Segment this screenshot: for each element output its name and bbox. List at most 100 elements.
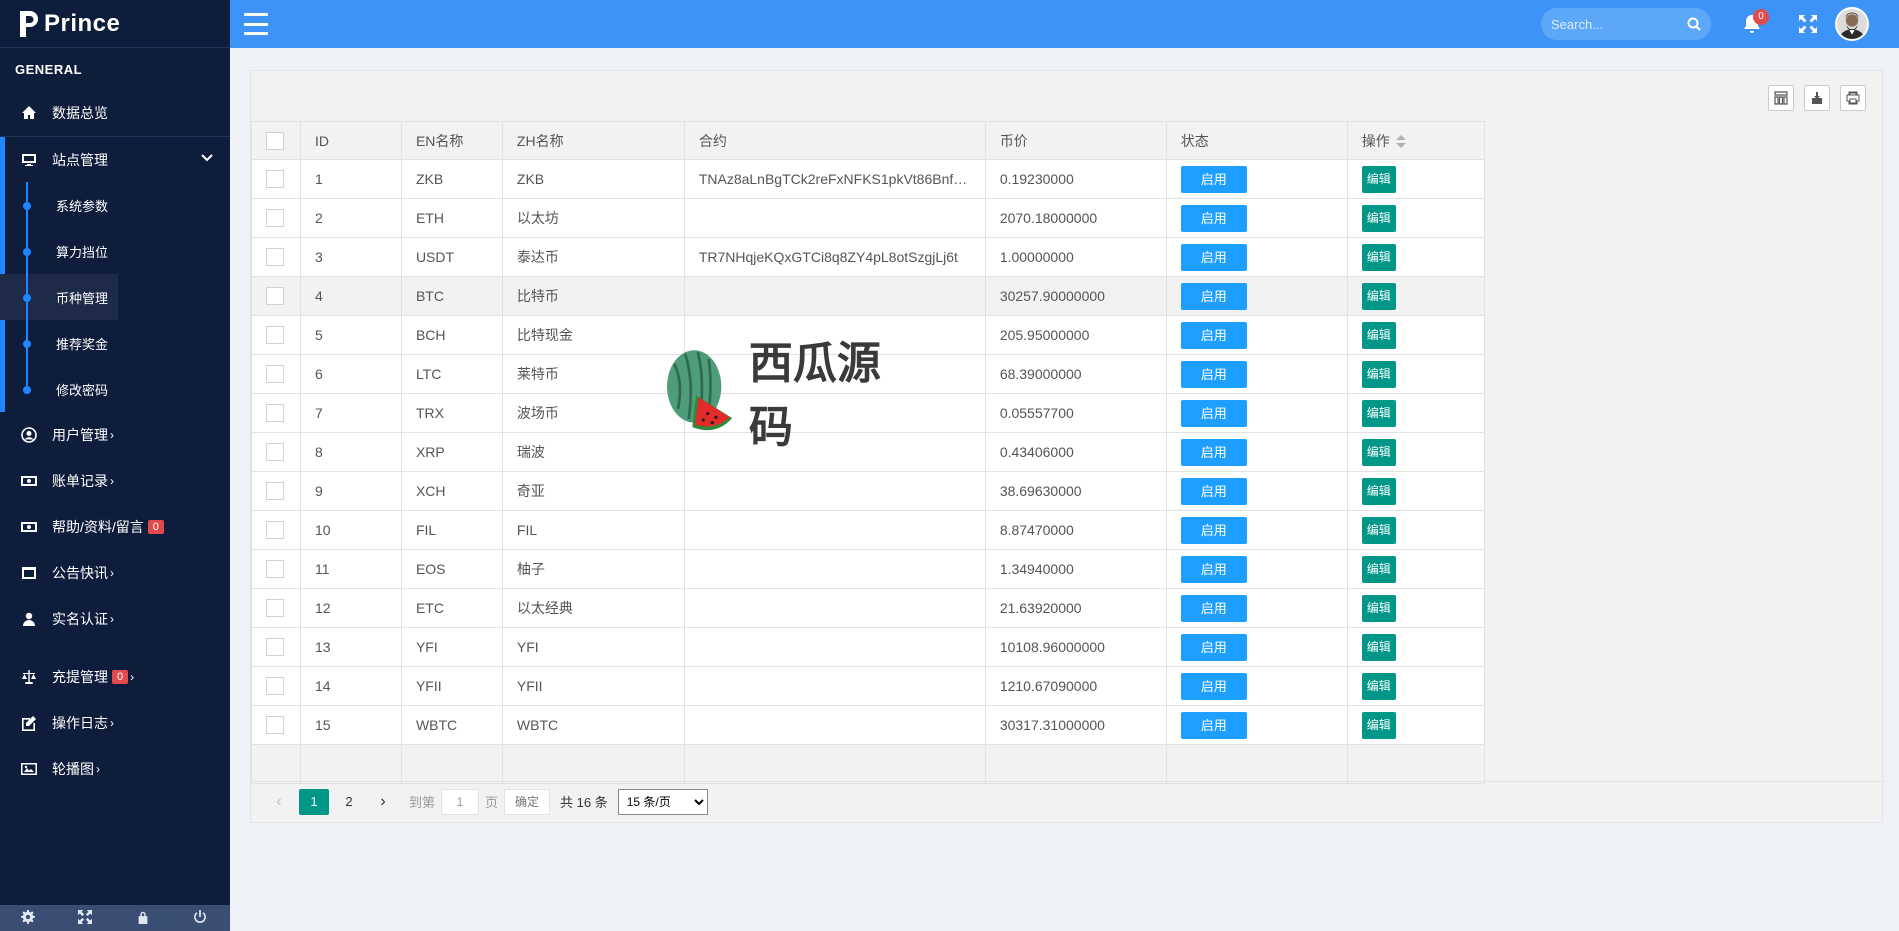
edit-button[interactable]: 编辑 <box>1361 516 1396 544</box>
edit-button[interactable]: 编辑 <box>1361 399 1396 427</box>
lock-icon[interactable] <box>136 910 152 926</box>
row-checkbox[interactable] <box>266 677 284 696</box>
row-checkbox[interactable] <box>266 248 284 267</box>
status-enable-button[interactable]: 启用 <box>1180 399 1247 427</box>
row-checkbox[interactable] <box>266 560 284 579</box>
status-enable-button[interactable]: 启用 <box>1180 516 1247 544</box>
page-button-1[interactable]: 1 <box>299 788 329 815</box>
table-row[interactable]: 3 USDT 泰达币 TR7NHqjeKQxGTCi8q8ZY4pL8otSzgjLj… <box>251 237 1882 277</box>
table-row[interactable]: 11 EOS 柚子 1.34940000 启用 编辑 <box>251 549 1882 589</box>
status-enable-button[interactable]: 启用 <box>1180 360 1247 388</box>
sidebar-item-help[interactable]: 帮助/资料/留言 0 <box>0 504 230 550</box>
status-enable-button[interactable]: 启用 <box>1180 555 1247 583</box>
sidebar-item-deposit-withdraw[interactable]: 充提管理 0 › <box>0 654 230 700</box>
table-row[interactable]: 12 ETC 以太经典 21.63920000 启用 编辑 <box>251 588 1882 628</box>
notification-bell[interactable]: 0 <box>1740 9 1769 36</box>
power-icon[interactable] <box>193 910 209 926</box>
gear-icon[interactable] <box>20 910 37 926</box>
sidebar-subitem-system-params[interactable]: 系统参数 <box>0 182 230 228</box>
search-input[interactable] <box>1551 16 1681 32</box>
fullscreen-icon[interactable] <box>1798 14 1818 34</box>
edit-button[interactable]: 编辑 <box>1361 711 1396 739</box>
sort-icon[interactable] <box>1395 134 1406 150</box>
row-checkbox[interactable] <box>266 521 284 540</box>
status-enable-button[interactable]: 启用 <box>1180 204 1247 232</box>
row-checkbox[interactable] <box>266 599 284 618</box>
sidebar-subitem-coin-management[interactable]: 币种管理 <box>0 274 118 320</box>
status-enable-button[interactable]: 启用 <box>1180 282 1247 310</box>
status-enable-button[interactable]: 启用 <box>1180 243 1247 271</box>
status-enable-button[interactable]: 启用 <box>1180 672 1247 700</box>
edit-button[interactable]: 编辑 <box>1361 594 1396 622</box>
row-checkbox[interactable] <box>266 638 284 657</box>
edit-button[interactable]: 编辑 <box>1361 360 1396 388</box>
row-checkbox[interactable] <box>266 209 284 228</box>
row-checkbox[interactable] <box>266 170 284 189</box>
table-row[interactable]: 7 TRX 波场币 0.05557700 启用 编辑 <box>251 393 1882 433</box>
next-page-button[interactable]: › <box>369 789 397 815</box>
column-header-zh-name[interactable]: ZH名称 <box>501 121 685 160</box>
status-enable-button[interactable]: 启用 <box>1180 633 1247 661</box>
table-row[interactable]: 14 YFII YFII 1210.67090000 启用 编辑 <box>251 666 1882 706</box>
status-enable-button[interactable]: 启用 <box>1180 438 1247 466</box>
table-row[interactable]: 13 YFI YFI 10108.96000000 启用 编辑 <box>251 627 1882 667</box>
goto-page-input[interactable] <box>441 788 480 815</box>
column-header-status[interactable]: 状态 <box>1165 121 1348 160</box>
row-checkbox[interactable] <box>266 365 284 384</box>
brand[interactable]: Prince <box>0 0 230 48</box>
sidebar-item-bills[interactable]: 账单记录 › <box>0 458 230 504</box>
status-enable-button[interactable]: 启用 <box>1180 477 1247 505</box>
sidebar-subitem-change-password[interactable]: 修改密码 <box>0 366 230 412</box>
edit-button[interactable]: 编辑 <box>1361 555 1396 583</box>
row-checkbox[interactable] <box>266 287 284 306</box>
goto-confirm-button[interactable]: 确定 <box>504 788 551 815</box>
edit-button[interactable]: 编辑 <box>1361 321 1396 349</box>
page-button-2[interactable]: 2 <box>335 789 363 815</box>
prev-page-button[interactable]: ‹ <box>265 789 293 815</box>
row-checkbox[interactable] <box>266 404 284 423</box>
status-enable-button[interactable]: 启用 <box>1180 165 1247 193</box>
status-enable-button[interactable]: 启用 <box>1180 711 1247 739</box>
sidebar-subitem-hashrate-levels[interactable]: 算力挡位 <box>0 228 230 274</box>
table-row[interactable]: 2 ETH 以太坊 2070.18000000 启用 编辑 <box>251 198 1882 238</box>
edit-button[interactable]: 编辑 <box>1361 672 1396 700</box>
edit-button[interactable]: 编辑 <box>1361 438 1396 466</box>
sidebar-item-carousel[interactable]: 轮播图 › <box>0 746 230 792</box>
row-checkbox[interactable] <box>266 443 284 462</box>
sidebar-item-site-management[interactable]: 站点管理 <box>0 136 230 182</box>
edit-button[interactable]: 编辑 <box>1361 243 1396 271</box>
table-row[interactable]: 15 WBTC WBTC 30317.31000000 启用 编辑 <box>251 705 1882 745</box>
table-row[interactable]: 9 XCH 奇亚 38.69630000 启用 编辑 <box>251 471 1882 511</box>
sidebar-item-users[interactable]: 用户管理 › <box>0 412 230 458</box>
edit-button[interactable]: 编辑 <box>1361 633 1396 661</box>
sidebar-item-verification[interactable]: 实名认证 › <box>0 596 230 642</box>
column-header-id[interactable]: ID <box>299 121 402 160</box>
menu-toggle-icon[interactable] <box>244 13 268 35</box>
row-checkbox[interactable] <box>266 326 284 345</box>
sidebar-item-announcements[interactable]: 公告快讯 › <box>0 550 230 596</box>
table-row[interactable]: 5 BCH 比特现金 205.95000000 启用 编辑 <box>251 315 1882 355</box>
sidebar-item-logs[interactable]: 操作日志 › <box>0 700 230 746</box>
search-icon[interactable] <box>1687 17 1701 31</box>
column-header-contract[interactable]: 合约 <box>683 121 986 160</box>
table-row[interactable]: 4 BTC 比特币 30257.90000000 启用 编辑 <box>251 276 1882 316</box>
table-row[interactable]: 10 FIL FIL 8.87470000 启用 编辑 <box>251 510 1882 550</box>
edit-button[interactable]: 编辑 <box>1361 477 1396 505</box>
avatar[interactable] <box>1835 7 1869 41</box>
sidebar-item-dashboard[interactable]: 数据总览 <box>0 90 230 136</box>
export-button[interactable] <box>1804 85 1830 111</box>
edit-button[interactable]: 编辑 <box>1361 165 1396 193</box>
edit-button[interactable]: 编辑 <box>1361 282 1396 310</box>
columns-filter-button[interactable] <box>1768 85 1794 111</box>
column-header-en-name[interactable]: EN名称 <box>400 121 503 160</box>
fullscreen-icon[interactable] <box>78 910 94 926</box>
table-row[interactable]: 1 ZKB ZKB TNAz8aLnBgTCk2reFxNFKS1pkVt86Bnf…… <box>251 159 1882 199</box>
column-header-price[interactable]: 币价 <box>984 121 1167 160</box>
status-enable-button[interactable]: 启用 <box>1180 321 1247 349</box>
row-checkbox[interactable] <box>266 482 284 501</box>
column-header-actions[interactable]: 操作 <box>1346 121 1485 160</box>
select-all-checkbox[interactable] <box>266 131 284 150</box>
row-checkbox[interactable] <box>266 716 284 735</box>
print-button[interactable] <box>1840 85 1866 111</box>
per-page-select[interactable]: 15 条/页 <box>617 788 708 815</box>
